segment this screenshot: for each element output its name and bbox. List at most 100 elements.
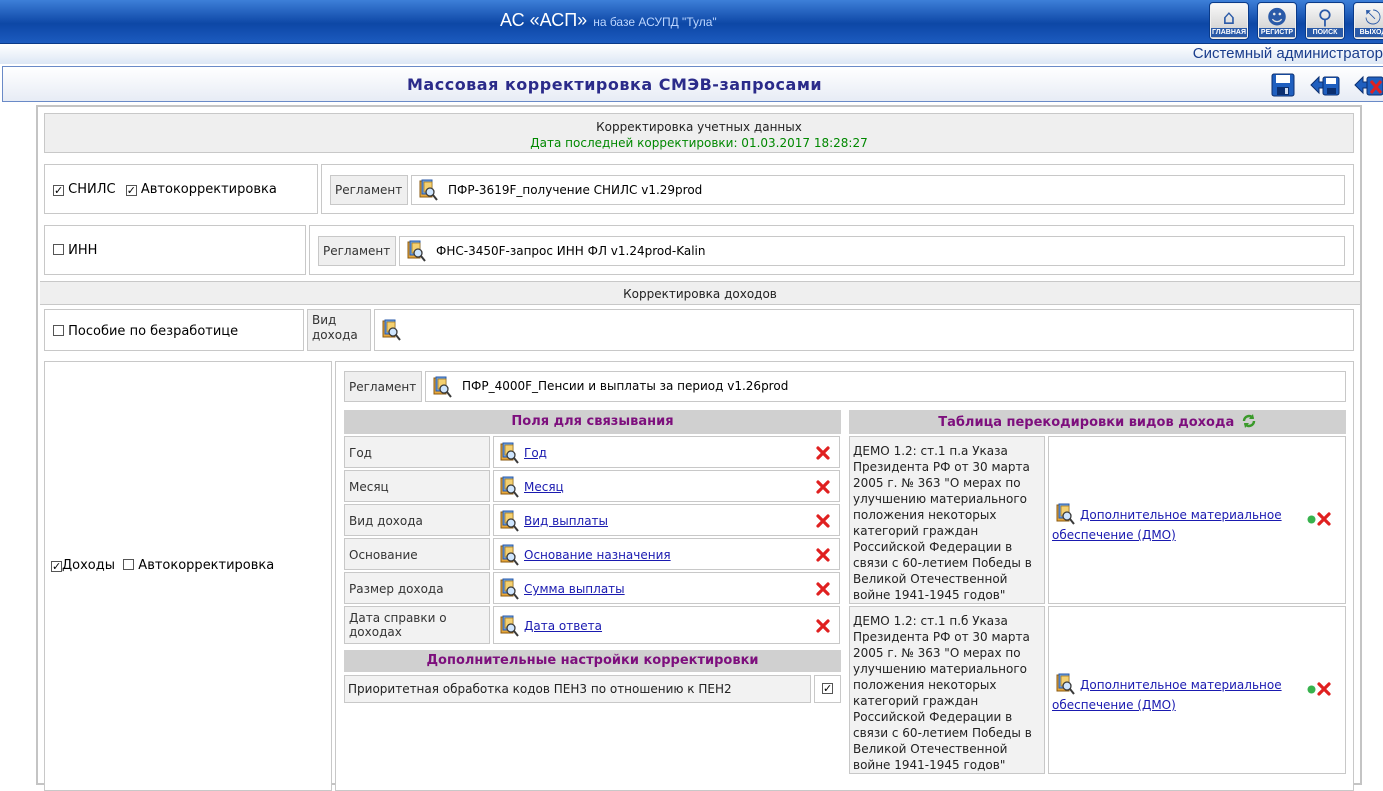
search-button[interactable]: ⚲ ПОИСК [1306, 3, 1344, 39]
accounts-header: Корректировка учетных данных Дата послед… [44, 113, 1354, 153]
income-title: Корректировка доходов [623, 287, 777, 301]
field-label: Месяц [344, 470, 490, 502]
recode-table-header: Таблица перекодировки видов дохода [849, 410, 1346, 434]
incomes-regulation-value: ПФР_4000F_Пенсии и выплаты за период v1.… [462, 379, 789, 393]
recode-target-link[interactable]: Дополнительное материальное обеспечение … [1052, 505, 1302, 545]
lookup-book-icon[interactable] [499, 442, 519, 464]
priority-setting-checkbox[interactable]: ✓ [822, 683, 833, 694]
field-value-cell: Год [493, 436, 840, 468]
lookup-book-icon[interactable] [406, 240, 426, 262]
home-button[interactable]: ⌂ ГЛАВНАЯ [1210, 3, 1248, 39]
lookup-book-icon[interactable] [418, 179, 438, 201]
lookup-book-icon[interactable] [499, 510, 519, 532]
lookup-book-icon[interactable] [499, 615, 519, 637]
save-icon[interactable] [1271, 73, 1297, 97]
field-link[interactable]: Основание назначения [524, 548, 671, 562]
incomes-auto-checkbox[interactable] [123, 559, 135, 570]
field-value-cell: Вид выплаты [493, 504, 840, 536]
field-value-cell: Месяц [493, 470, 840, 502]
incomes-regulation-field[interactable]: ПФР_4000F_Пенсии и выплаты за период v1.… [425, 371, 1346, 402]
refresh-icon[interactable] [1241, 413, 1257, 429]
snils-option-cell: ✓ СНИЛС ✓ Автокорректировка [44, 164, 318, 214]
lookup-book-icon[interactable] [381, 319, 401, 341]
page-title: Массовая корректировка СМЭВ-запросами [407, 75, 823, 94]
home-icon: ⌂ [1222, 5, 1236, 29]
recode-table-title: Таблица перекодировки видов дохода [938, 415, 1235, 430]
recode-source-2: ДЕМО 1.2: ст.1 п.б Указа Президента РФ о… [849, 606, 1045, 774]
delete-icon[interactable] [816, 619, 830, 633]
registry-button-label: РЕГИСТР [1259, 28, 1295, 37]
home-button-label: ГЛАВНАЯ [1211, 28, 1247, 37]
recode-target-link[interactable]: Дополнительное материальное обеспечение … [1052, 675, 1302, 715]
app-title: АС «АСП» [500, 10, 588, 30]
last-correction-date: Дата последней корректировки: 01.03.2017… [530, 136, 868, 150]
exit-icon: ⎋ [1365, 5, 1381, 29]
delete-icon[interactable] [816, 548, 830, 562]
incomes-label: Доходы [62, 558, 116, 573]
top-bar: АС «АСП» на базе АСУПД "Тула" ⌂ ГЛАВНАЯ ☻… [0, 0, 1383, 44]
field-link[interactable]: Вид выплаты [524, 514, 608, 528]
main-form: Корректировка учетных данных Дата послед… [36, 105, 1362, 791]
current-user[interactable]: Системный администратор [1193, 45, 1383, 62]
accounts-title: Корректировка учетных данных [596, 120, 802, 134]
field-label: Год [344, 436, 490, 468]
field-link[interactable]: Год [524, 446, 547, 460]
priority-setting-cell: ✓ [814, 675, 841, 703]
field-link[interactable]: Сумма выплаты [524, 582, 625, 596]
field-row-amount: Размер дохода Сумма выплаты [344, 572, 841, 604]
field-link[interactable]: Месяц [524, 480, 564, 494]
field-label: Основание [344, 538, 490, 570]
snils-checkbox[interactable]: ✓ [53, 185, 64, 196]
incomes-auto-label: Автокорректировка [138, 558, 275, 573]
snils-regulation-field[interactable]: ПФР-3619F_получение СНИЛС v1.29prod [411, 175, 1345, 205]
inn-regulation-field[interactable]: ФНС-3450F-запрос ИНН ФЛ v1.24prod-Kalin [399, 236, 1345, 266]
search-button-label: ПОИСК [1307, 28, 1343, 37]
snils-regulation-label: Регламент [330, 175, 408, 205]
inn-regulation-value: ФНС-3450F-запрос ИНН ФЛ v1.24prod-Kalin [436, 244, 706, 258]
field-row-income-kind: Вид дохода Вид выплаты [344, 504, 841, 536]
people-icon: ☻ [1266, 5, 1288, 29]
field-row-statement-date: Дата справки о доходах Дата ответа [344, 606, 841, 644]
app-subtitle: на базе АСУПД "Тула" [593, 15, 717, 29]
lookup-book-icon[interactable] [499, 476, 519, 498]
field-label: Дата справки о доходах [344, 606, 490, 644]
unemployment-checkbox[interactable] [53, 325, 64, 336]
delete-icon[interactable] [816, 446, 830, 460]
incomes-checkbox[interactable]: ✓ [51, 561, 62, 572]
unemployment-option-cell: Пособие по безработице [44, 309, 304, 351]
lookup-book-icon[interactable] [499, 578, 519, 600]
save-and-exit-icon[interactable] [1309, 73, 1341, 97]
field-row-year: Год Год [344, 436, 841, 468]
delete-icon[interactable] [1317, 682, 1331, 696]
field-value-cell: Сумма выплаты [493, 572, 840, 604]
delete-icon[interactable] [816, 582, 830, 596]
priority-setting-label: Приоритетная обработка кодов ПЕН3 по отн… [344, 675, 811, 703]
user-bar: Системный администратор [0, 44, 1383, 64]
exit-button[interactable]: ⎋ ВЫХОД [1354, 3, 1383, 39]
inn-checkbox[interactable] [53, 244, 64, 255]
linking-fields-title: Поля для связывания [344, 410, 841, 434]
page-header: Массовая корректировка СМЭВ-запросами [2, 66, 1383, 102]
inn-regulation-cell: Регламент ФНС-3450F-запрос ИНН ФЛ v1.24p… [309, 225, 1354, 275]
additional-settings-title: Дополнительные настройки корректировки [344, 650, 841, 672]
incomes-regulation-label: Регламент [344, 371, 422, 402]
incomes-option-cell: ✓Доходы Автокорректировка [44, 361, 332, 791]
exit-button-label: ВЫХОД [1355, 28, 1383, 37]
snils-auto-checkbox[interactable]: ✓ [125, 185, 137, 196]
income-kind-field[interactable] [374, 309, 1354, 351]
delete-icon[interactable] [816, 480, 830, 494]
lookup-book-icon[interactable] [432, 376, 452, 398]
registry-button[interactable]: ☻ РЕГИСТР [1258, 3, 1296, 39]
cancel-exit-icon[interactable] [1353, 73, 1383, 97]
delete-icon[interactable] [816, 514, 830, 528]
lookup-book-icon[interactable] [499, 544, 519, 566]
search-icon: ⚲ [1317, 5, 1333, 29]
income-kind-label: Вид дохода [307, 309, 371, 351]
income-header: Корректировка доходов [40, 281, 1360, 305]
field-row-month: Месяц Месяц [344, 470, 841, 502]
field-link[interactable]: Дата ответа [524, 619, 602, 633]
field-row-basis: Основание Основание назначения [344, 538, 841, 570]
unemployment-label: Пособие по безработице [68, 324, 239, 339]
snils-label: СНИЛС [68, 182, 116, 197]
delete-icon[interactable] [1317, 512, 1331, 526]
